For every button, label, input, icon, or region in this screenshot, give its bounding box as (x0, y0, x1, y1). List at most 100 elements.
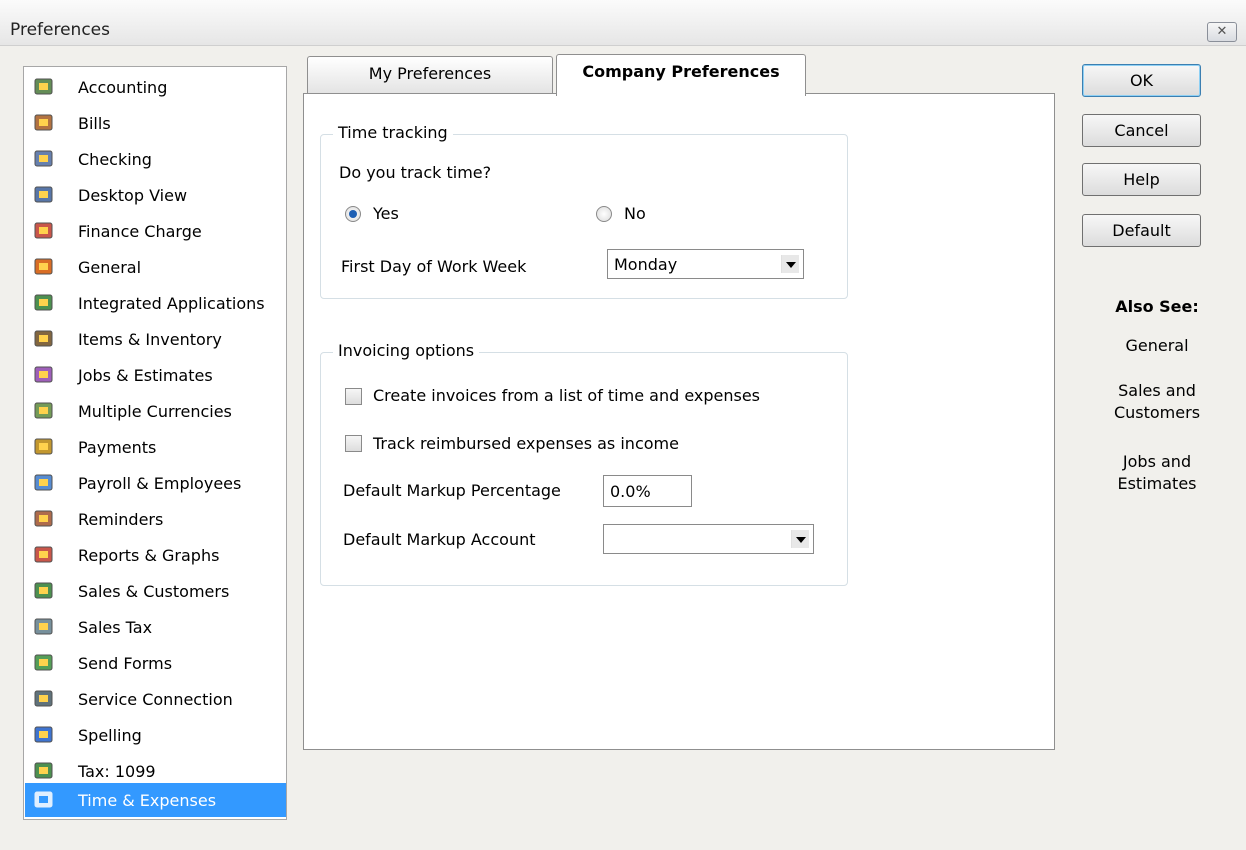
sidebar-item-label: Checking (78, 150, 152, 169)
also-see-link-sales-customers[interactable]: Sales and Customers (1082, 380, 1232, 424)
tab-company-preferences[interactable]: Company Preferences (556, 54, 806, 96)
group-legend: Time tracking (333, 123, 453, 142)
sidebar-item-sales-customers[interactable]: Sales & Customers (25, 574, 286, 608)
window-title: Preferences (10, 20, 110, 40)
markup-percentage-field[interactable] (603, 475, 692, 507)
service-connection-icon (33, 688, 55, 710)
sidebar-item-desktop-view[interactable]: Desktop View (25, 178, 286, 212)
payroll-employees-icon (33, 472, 55, 494)
invoicing-options-group: Invoicing options Create invoices from a… (320, 341, 848, 586)
track-time-no-label[interactable]: No (624, 204, 646, 223)
sidebar-item-label: General (78, 258, 142, 277)
company-preferences-panel: Time tracking Do you track time? Yes No … (303, 93, 1055, 750)
track-time-yes-radio[interactable] (345, 206, 361, 222)
sidebar-item-finance-charge[interactable]: Finance Charge (25, 214, 286, 248)
markup-account-label: Default Markup Account (343, 530, 536, 549)
sidebar-item-label: Service Connection (78, 690, 233, 709)
sidebar-item-label: Spelling (78, 726, 142, 745)
items-inventory-icon (33, 328, 55, 350)
markup-account-select[interactable] (603, 524, 814, 554)
time-expenses-icon (33, 789, 55, 811)
sidebar-item-label: Time & Expenses (78, 791, 217, 810)
payments-icon (33, 436, 55, 458)
sidebar-item-integrated-applications[interactable]: Integrated Applications (25, 286, 286, 320)
close-icon: ✕ (1216, 24, 1228, 39)
preferences-category-list: Accounting Bills Checking Desktop View Finan… (23, 66, 287, 820)
sidebar-item-time-expenses[interactable]: Time & Expenses (25, 783, 286, 817)
jobs-estimates-icon (33, 364, 55, 386)
default-button[interactable]: Default (1082, 214, 1201, 247)
sidebar-item-send-forms[interactable]: Send Forms (25, 646, 286, 680)
sidebar-item-spelling[interactable]: Spelling (25, 718, 286, 752)
also-see-link-jobs-estimates[interactable]: Jobs and Estimates (1082, 451, 1232, 495)
sales-customers-icon (33, 580, 55, 602)
sidebar-item-label: Reminders (78, 510, 164, 529)
ok-button[interactable]: OK (1082, 64, 1201, 97)
track-time-yes-label[interactable]: Yes (373, 204, 399, 223)
sidebar-item-label: Bills (78, 114, 111, 133)
help-button[interactable]: Help (1082, 163, 1201, 196)
tab-label: Company Preferences (582, 62, 780, 81)
sidebar-item-checking[interactable]: Checking (25, 142, 286, 176)
send-forms-icon (33, 652, 55, 674)
preferences-dialog: Preferences ✕ Accounting Bills Checking Des… (0, 0, 1246, 850)
markup-percentage-label: Default Markup Percentage (343, 481, 561, 500)
sidebar-item-label: Integrated Applications (78, 294, 265, 313)
desktop-view-icon (33, 184, 55, 206)
sidebar-item-payments[interactable]: Payments (25, 430, 286, 464)
general-icon (33, 256, 55, 278)
sidebar-item-items-inventory[interactable]: Items & Inventory (25, 322, 286, 356)
accounting-icon (33, 76, 55, 98)
tab-label: My Preferences (368, 64, 492, 83)
sidebar-item-reports-graphs[interactable]: Reports & Graphs (25, 538, 286, 572)
reports-graphs-icon (33, 544, 55, 566)
also-see-title: Also See: (1115, 297, 1199, 316)
first-day-value: Monday (614, 255, 678, 274)
sidebar-item-label: Finance Charge (78, 222, 202, 241)
finance-charge-icon (33, 220, 55, 242)
title-bar: Preferences ✕ (0, 0, 1246, 46)
also-see-link-general[interactable]: General (1082, 335, 1232, 357)
create-invoices-label[interactable]: Create invoices from a list of time and … (373, 386, 760, 405)
sidebar-item-label: Tax: 1099 (78, 762, 156, 781)
close-button[interactable]: ✕ (1207, 22, 1237, 42)
sidebar-item-label: Payroll & Employees (78, 474, 242, 493)
sidebar-item-bills[interactable]: Bills (25, 106, 286, 140)
track-time-question: Do you track time? (339, 163, 492, 182)
cancel-button[interactable]: Cancel (1082, 114, 1201, 147)
sidebar-item-label: Jobs & Estimates (78, 366, 213, 385)
create-invoices-checkbox[interactable] (345, 388, 362, 405)
sales-tax-icon (33, 616, 55, 638)
first-day-select[interactable]: Monday (607, 249, 804, 279)
sidebar-item-sales-tax[interactable]: Sales Tax (25, 610, 286, 644)
sidebar-item-multiple-currencies[interactable]: Multiple Currencies (25, 394, 286, 428)
sidebar-item-label: Payments (78, 438, 157, 457)
sidebar-item-label: Items & Inventory (78, 330, 222, 349)
markup-percentage-input[interactable] (604, 476, 691, 506)
sidebar-item-accounting[interactable]: Accounting (25, 70, 286, 104)
sidebar-item-label: Sales Tax (78, 618, 153, 637)
sidebar-item-jobs-estimates[interactable]: Jobs & Estimates (25, 358, 286, 392)
chevron-down-icon[interactable] (791, 530, 809, 548)
multiple-currencies-icon (33, 400, 55, 422)
track-reimbursed-label[interactable]: Track reimbursed expenses as income (373, 434, 679, 453)
sidebar-item-label: Multiple Currencies (78, 402, 232, 421)
sidebar-item-service-connection[interactable]: Service Connection (25, 682, 286, 716)
sidebar-item-reminders[interactable]: Reminders (25, 502, 286, 536)
chevron-down-icon[interactable] (781, 255, 799, 273)
sidebar-item-label: Accounting (78, 78, 168, 97)
track-time-no-radio[interactable] (596, 206, 612, 222)
sidebar-item-label: Desktop View (78, 186, 188, 205)
sidebar-item-general[interactable]: General (25, 250, 286, 284)
track-reimbursed-checkbox[interactable] (345, 435, 362, 452)
reminders-icon (33, 508, 55, 530)
integrated-applications-icon (33, 292, 55, 314)
time-tracking-group: Time tracking Do you track time? Yes No … (320, 123, 848, 299)
sidebar-item-label: Send Forms (78, 654, 173, 673)
first-day-label: First Day of Work Week (341, 257, 527, 276)
tab-my-preferences[interactable]: My Preferences (307, 56, 553, 94)
sidebar-item-payroll-employees[interactable]: Payroll & Employees (25, 466, 286, 500)
group-legend: Invoicing options (333, 341, 480, 360)
checking-icon (33, 148, 55, 170)
tax-1099-icon (33, 760, 55, 782)
